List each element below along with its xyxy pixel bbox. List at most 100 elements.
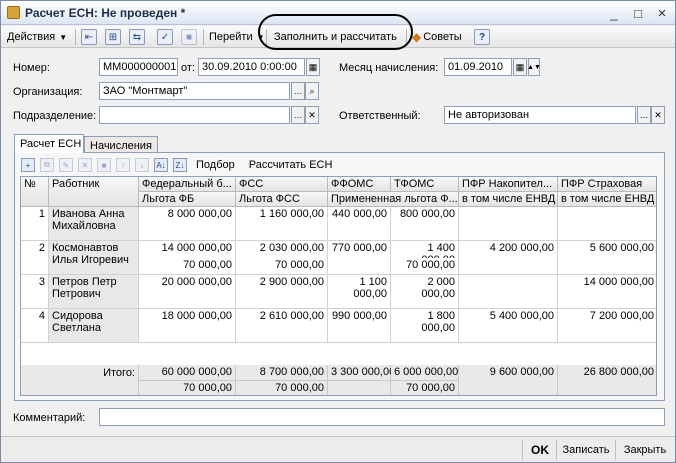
table-cell-benefit-fss[interactable]: 70 000,00 — [236, 258, 328, 275]
unpost-button[interactable]: ■ — [181, 28, 197, 46]
month-field[interactable]: 01.09.2010 — [444, 58, 512, 76]
post-doc-icon: ✓ — [157, 29, 173, 45]
footer-separator — [556, 440, 557, 460]
table-cell-fb[interactable]: 8 000 000,00 — [139, 207, 236, 241]
table-cell-fss[interactable]: 1 160 000,00 — [236, 207, 328, 241]
table-row-number: 3 — [21, 275, 49, 309]
table-cell-tfoms[interactable]: 1 800 000,00 — [391, 309, 459, 343]
select-ellipsis-button[interactable]: … — [637, 106, 651, 124]
table-row-number: 2 — [21, 241, 49, 275]
table-row-worker[interactable]: Космонавтов Илья Игоревич — [49, 241, 139, 275]
select-button[interactable]: Подбор — [196, 159, 235, 171]
number-label: Номер: — [13, 62, 50, 74]
responsible-field[interactable]: Не авторизован — [444, 106, 636, 124]
table-cell-pfr-accum[interactable]: 5 400 000,00 — [459, 309, 558, 343]
table-row-worker[interactable]: Петров Петр Петрович — [49, 275, 139, 309]
maximize-button[interactable]: □ — [629, 4, 647, 22]
number-field[interactable]: ММ000000001 — [99, 58, 178, 76]
column-header-benefit-fss: Льгота ФСС — [236, 192, 328, 207]
table-cell-pfr-accum[interactable] — [459, 207, 558, 241]
total-blank — [328, 381, 391, 395]
organization-field[interactable]: ЗАО "Монтмарт" — [99, 82, 290, 100]
table-cell-pfr-insurance[interactable]: 5 600 000,00 — [558, 241, 656, 275]
table-cell-fss[interactable]: 2 610 000,00 — [236, 309, 328, 343]
actions-menu[interactable]: Действия ▼ — [7, 28, 67, 46]
table-cell-tfoms[interactable]: 1 400 000,00 — [391, 241, 459, 258]
help-button[interactable]: ? — [474, 28, 490, 46]
table-cell-blank — [328, 258, 391, 275]
table-row-worker[interactable]: Сидорова Светлана — [49, 309, 139, 343]
comment-field[interactable] — [99, 408, 665, 426]
column-header-federal: Федеральный б... — [139, 177, 236, 192]
table-cell-ffoms[interactable]: 770 000,00 — [328, 241, 391, 258]
sort-asc-icon[interactable]: A↓ — [154, 158, 168, 172]
edit-row-icon[interactable]: ✎ — [59, 158, 73, 172]
table-cell-applied-benefit[interactable]: 70 000,00 — [391, 258, 459, 275]
table-cell-pfr-insurance[interactable] — [558, 207, 656, 241]
refresh-icon: ⇆ — [129, 29, 145, 45]
close-button[interactable]: Закрыть — [617, 440, 673, 460]
add-row-icon[interactable]: + — [21, 158, 35, 172]
table-cell-fss[interactable]: 2 030 000,00 — [236, 241, 328, 258]
division-field[interactable] — [99, 106, 290, 124]
comment-label: Комментарий: — [13, 412, 86, 424]
refresh-button[interactable]: ⇆ — [129, 28, 145, 46]
calendar-icon[interactable]: ▦ — [513, 58, 527, 76]
column-header-number: № — [21, 177, 49, 207]
minimize-button[interactable]: _ — [605, 4, 623, 22]
table-cell-tfoms[interactable]: 800 000,00 — [391, 207, 459, 241]
highlight-annotation — [258, 14, 413, 50]
esn-table[interactable]: № Работник Федеральный б... ФСС ФФОМС ТФ… — [20, 176, 657, 396]
goto-menu[interactable]: Перейти ▼ — [209, 28, 265, 46]
table-cell-pfr-insurance[interactable]: 7 200 000,00 — [558, 309, 656, 343]
table-cell-fss[interactable]: 2 900 000,00 — [236, 275, 328, 309]
date-field[interactable]: 30.09.2010 0:00:00 — [198, 58, 305, 76]
tips-label: Советы — [423, 31, 462, 43]
total-applied-benefit: 70 000,00 — [391, 381, 459, 395]
table-cell-fb[interactable]: 14 000 000,00 — [139, 241, 236, 258]
table-cell-pfr-accum[interactable]: 4 200 000,00 — [459, 241, 558, 275]
month-spinner[interactable]: ▲▼ — [527, 58, 541, 76]
column-header-benefit-fb: Льгота ФБ — [139, 192, 236, 207]
end-edit-icon[interactable]: ■ — [97, 158, 111, 172]
total-pfr-accum: 9 600 000,00 — [459, 365, 558, 395]
table-cell-ffoms[interactable]: 440 000,00 — [328, 207, 391, 241]
total-label: Итого: — [21, 365, 139, 395]
table-cell-ffoms[interactable]: 1 100 000,00 — [328, 275, 391, 309]
prev-button[interactable]: ⇤ — [81, 28, 97, 46]
clear-icon[interactable]: ✕ — [651, 106, 665, 124]
tips-button[interactable]: ◆ Советы — [412, 28, 462, 46]
footer-bar: OK Записать Закрыть — [1, 436, 675, 462]
ok-button[interactable]: OK — [525, 440, 555, 460]
move-up-icon[interactable]: ↑ — [116, 158, 130, 172]
calculate-esn-button[interactable]: Рассчитать ЕСН — [249, 159, 333, 171]
select-ellipsis-button[interactable]: … — [291, 106, 305, 124]
delete-row-icon[interactable]: ✕ — [78, 158, 92, 172]
table-cell-pfr-accum[interactable] — [459, 275, 558, 309]
structure-icon: ⊞ — [105, 29, 121, 45]
sort-desc-icon[interactable]: Z↓ — [173, 158, 187, 172]
table-row-worker[interactable]: Иванова Анна Михайловна — [49, 207, 139, 241]
table-cell-fb[interactable]: 18 000 000,00 — [139, 309, 236, 343]
copy-row-icon[interactable]: ⧉ — [40, 158, 54, 172]
post-button[interactable]: ✓ — [157, 28, 173, 46]
tab-accruals[interactable]: Начисления — [84, 136, 158, 153]
table-cell-tfoms[interactable]: 2 000 000,00 — [391, 275, 459, 309]
month-label: Месяц начисления: — [339, 62, 439, 74]
total-pfr-insurance: 26 800 000,00 — [558, 365, 656, 395]
select-ellipsis-button[interactable]: … — [291, 82, 305, 100]
toolbar-separator — [203, 29, 204, 45]
save-button[interactable]: Записать — [558, 440, 614, 460]
tab-esn-calculation[interactable]: Расчет ЕСН — [14, 134, 84, 153]
doc-structure-button[interactable]: ⊞ — [105, 28, 121, 46]
clear-icon[interactable]: ✕ — [305, 106, 319, 124]
table-cell-fb[interactable]: 20 000 000,00 — [139, 275, 236, 309]
table-cell-ffoms[interactable]: 990 000,00 — [328, 309, 391, 343]
window-title: Расчет ЕСН: Не проведен * — [25, 6, 186, 20]
search-icon[interactable]: ⌕ — [305, 82, 319, 100]
table-cell-pfr-insurance[interactable]: 14 000 000,00 — [558, 275, 656, 309]
table-cell-benefit-fb[interactable]: 70 000,00 — [139, 258, 236, 275]
close-window-button[interactable]: × — [653, 4, 671, 22]
calendar-icon[interactable]: ▦ — [306, 58, 320, 76]
move-down-icon[interactable]: ↓ — [135, 158, 149, 172]
